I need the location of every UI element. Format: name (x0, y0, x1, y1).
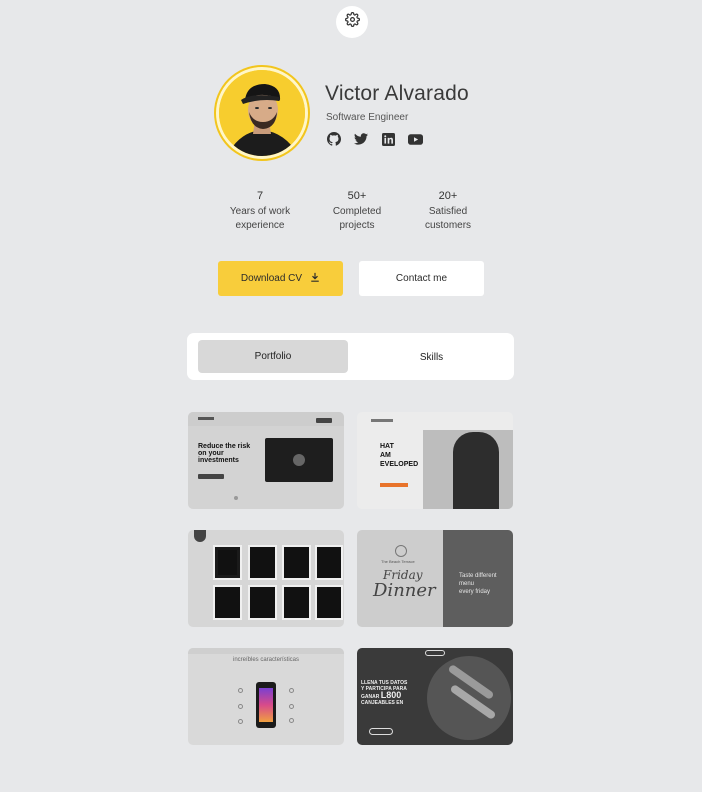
card-headline-line: on your (198, 450, 224, 457)
card-cta (380, 483, 408, 487)
feature-icon (289, 704, 294, 709)
card-frame (315, 585, 343, 620)
feature-icon (238, 704, 243, 709)
card-side-line: every friday (459, 589, 491, 595)
card-headline: HAT AM EVELOPED (380, 442, 418, 469)
card-frame (282, 545, 311, 580)
profile-name: Victor Alvarado (325, 82, 469, 105)
play-icon (293, 454, 305, 466)
card-logo (371, 419, 393, 422)
feature-icon (289, 688, 294, 693)
stat-projects: 50+ Completed projects (312, 190, 402, 233)
portfolio-card-friday-dinner[interactable]: The Beach Terrace Friday Dinner Taste di… (357, 530, 513, 627)
card-promo-text: LLENA TUS DATOS Y PARTICIPA PARA GANAR L… (361, 680, 407, 706)
card-script: Dinner (373, 580, 436, 601)
card-phone-screen (259, 688, 273, 722)
card-headline-line: AM (380, 452, 391, 459)
stat-value: 7 (256, 190, 264, 202)
stat-value: 20+ (438, 190, 458, 202)
linkedin-icon[interactable] (380, 131, 396, 147)
portfolio-card-developer[interactable]: HAT AM EVELOPED (357, 412, 513, 509)
stat-label: experience (235, 220, 285, 231)
card-frame (315, 545, 343, 580)
youtube-icon[interactable] (407, 131, 423, 147)
card-logo (198, 417, 214, 420)
card-phone (256, 682, 276, 728)
contact-label: Contact me (395, 273, 448, 284)
card-frame (282, 585, 311, 620)
stat-customers: 20+ Satisfied customers (403, 190, 493, 233)
twitter-icon[interactable] (353, 131, 369, 147)
feature-icon (238, 688, 243, 693)
card-title: increíbles características (232, 657, 300, 663)
card-frame (213, 585, 242, 620)
section-tabs: Portfolio Skills (187, 333, 514, 380)
card-person (453, 432, 499, 509)
profile-role: Software Engineer (326, 112, 409, 123)
card-headline-line: EVELOPED (380, 461, 419, 468)
card-frame (248, 545, 277, 580)
card-headline-line: HAT (380, 443, 394, 450)
card-navbar (188, 648, 344, 654)
social-links (326, 131, 423, 147)
tab-skills[interactable]: Skills (359, 341, 504, 374)
feature-icon (289, 718, 294, 723)
stat-label: Completed (332, 206, 382, 217)
card-frame (213, 545, 242, 580)
contact-button[interactable]: Contact me (359, 261, 484, 296)
card-frame (248, 585, 277, 620)
card-side-line: Taste different (459, 573, 497, 579)
stat-label: customers (424, 220, 472, 231)
download-icon (310, 272, 320, 285)
card-lamp (194, 530, 206, 542)
card-brand-icon (395, 545, 407, 557)
card-headline-line: Reduce the risk (198, 443, 251, 450)
card-video (265, 438, 333, 482)
card-dot (234, 496, 238, 500)
settings-button[interactable] (336, 6, 368, 38)
avatar (216, 67, 308, 159)
card-promo-line: GANAR L800 (361, 690, 407, 701)
card-side-line: menu (459, 581, 475, 587)
feature-icon (238, 719, 243, 724)
card-cta (198, 474, 224, 479)
card-headline-line: investments (198, 457, 239, 464)
portfolio-card-investments[interactable]: Reduce the risk on your investments (188, 412, 344, 509)
card-brand: The Beach Terrace (381, 559, 415, 564)
card-side-text: Taste different menu every friday (459, 572, 497, 596)
card-promo-amount: L800 (380, 690, 402, 700)
card-promo-line: CANJEABLES EN (361, 700, 404, 706)
portfolio-card-frames[interactable] (188, 530, 344, 627)
portfolio-card-app-features[interactable]: increíbles características (188, 648, 344, 745)
portfolio-card-promo[interactable]: LLENA TUS DATOS Y PARTICIPA PARA GANAR L… (357, 648, 513, 745)
card-logo (425, 650, 445, 656)
download-cv-button[interactable]: Download CV (218, 261, 343, 296)
card-logo (369, 728, 393, 735)
card-nav-button (316, 418, 332, 423)
gear-icon (344, 12, 360, 32)
stat-label: Years of work (229, 206, 291, 217)
stat-value: 50+ (347, 190, 367, 202)
stat-label: Satisfied (428, 206, 468, 217)
tab-portfolio[interactable]: Portfolio (198, 340, 348, 373)
github-icon[interactable] (326, 131, 342, 147)
stat-experience: 7 Years of work experience (215, 190, 305, 233)
card-headline: Reduce the risk on your investments (198, 443, 250, 464)
stat-label: projects (339, 220, 375, 231)
download-cv-label: Download CV (240, 273, 303, 284)
